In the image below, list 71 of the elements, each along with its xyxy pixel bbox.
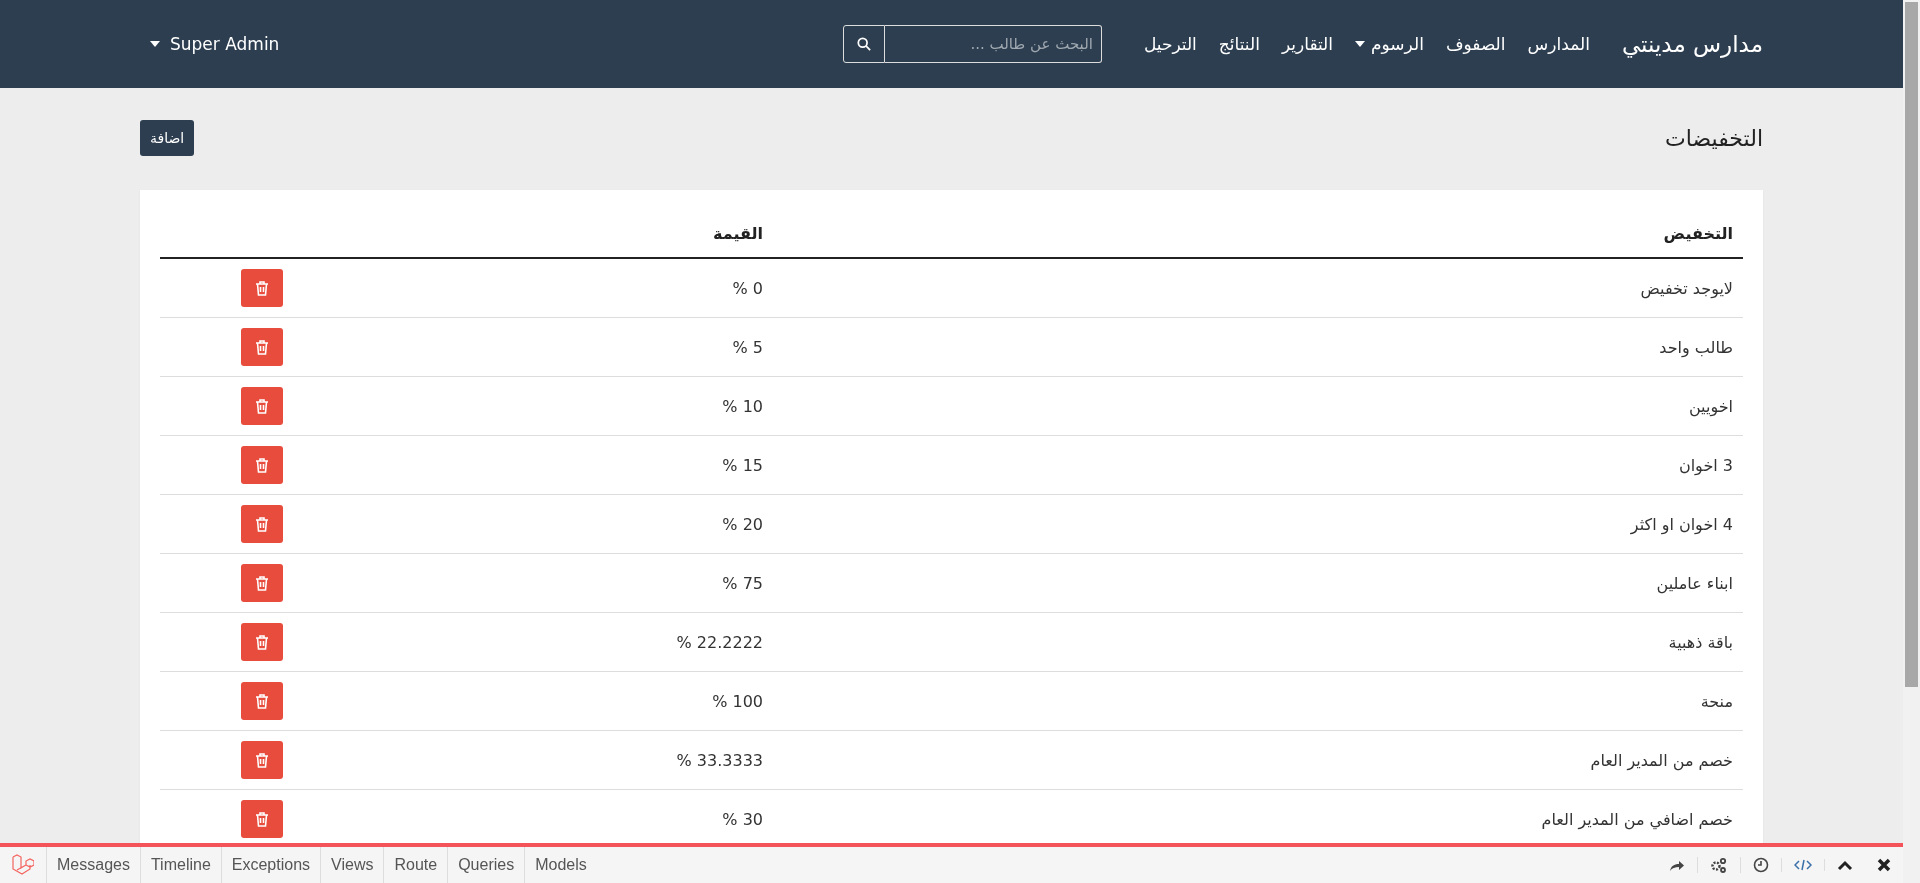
nav-link[interactable]: المدارس bbox=[1527, 34, 1590, 54]
delete-button[interactable] bbox=[240, 682, 283, 720]
table-cell: باقة ذهبية bbox=[1668, 632, 1733, 652]
nav-link[interactable]: التقارير bbox=[1281, 34, 1334, 54]
delete-button[interactable] bbox=[240, 564, 283, 602]
debug-tab[interactable]: Messages bbox=[46, 847, 140, 883]
delete-button[interactable] bbox=[240, 623, 283, 661]
delete-button[interactable] bbox=[240, 387, 283, 425]
debug-tab[interactable]: Models bbox=[524, 847, 597, 883]
table-cell: 100 % bbox=[712, 691, 763, 711]
debug-tab[interactable]: Timeline bbox=[139, 847, 221, 883]
table-cell: خصم من المدير العام bbox=[1590, 750, 1733, 770]
nav-link[interactable]: الصفوف bbox=[1445, 34, 1506, 54]
debug-tab[interactable]: Queries bbox=[447, 847, 525, 883]
search-field[interactable]: البحث عن طالب ... bbox=[884, 25, 1102, 63]
trash-icon bbox=[254, 398, 269, 414]
user-menu[interactable]: Super Admin bbox=[150, 34, 280, 54]
column-header: القيمة bbox=[713, 224, 763, 243]
table-cell: خصم اضافي من المدير العام bbox=[1541, 809, 1733, 829]
table-cell: ابناء عاملين bbox=[1656, 573, 1733, 593]
caret-icon bbox=[1355, 41, 1366, 47]
search-button[interactable] bbox=[842, 25, 885, 63]
trash-icon bbox=[254, 457, 269, 473]
trash-icon bbox=[254, 634, 269, 650]
nav-link[interactable]: الرسوم bbox=[1355, 34, 1424, 54]
nav-link[interactable]: النتائج bbox=[1218, 34, 1260, 54]
trash-icon bbox=[254, 516, 269, 532]
table-cell: منحة bbox=[1700, 691, 1733, 711]
share-icon[interactable] bbox=[1669, 858, 1685, 872]
table-cell: 10 % bbox=[722, 396, 763, 416]
trash-icon bbox=[254, 811, 269, 827]
table-cell: 0 % bbox=[732, 278, 763, 298]
table-cell: طالب واحد bbox=[1659, 337, 1733, 357]
trash-icon bbox=[254, 280, 269, 296]
code-icon[interactable] bbox=[1781, 858, 1812, 872]
close-icon[interactable] bbox=[1877, 858, 1891, 872]
column-header: التخفيض bbox=[1663, 224, 1733, 243]
search-icon bbox=[856, 37, 871, 51]
scrollbar[interactable] bbox=[1903, 0, 1920, 883]
table-cell: 33.3333 % bbox=[676, 750, 763, 770]
table-cell: 75 % bbox=[722, 573, 763, 593]
brand-link[interactable]: مدارس مدينتي bbox=[1621, 31, 1763, 57]
table-cell: اخويين bbox=[1688, 396, 1733, 416]
table-cell: 15 % bbox=[722, 455, 763, 475]
table-cell: لايوجد تخفيض bbox=[1640, 278, 1733, 298]
trash-icon bbox=[254, 752, 269, 768]
table-cell: 5 % bbox=[732, 337, 763, 357]
page-title: التخفيضات bbox=[1665, 125, 1763, 151]
caret-icon bbox=[150, 41, 160, 47]
delete-button[interactable] bbox=[240, 328, 283, 366]
debug-tab[interactable]: Route bbox=[383, 847, 448, 883]
debug-tab[interactable]: Views bbox=[320, 847, 384, 883]
delete-button[interactable] bbox=[240, 269, 283, 307]
delete-button[interactable] bbox=[240, 741, 283, 779]
trash-icon bbox=[254, 693, 269, 709]
chevron-up-icon[interactable] bbox=[1824, 859, 1853, 871]
delete-button[interactable] bbox=[240, 446, 283, 484]
table-cell: 30 % bbox=[722, 809, 763, 829]
table-cell: 4 اخوان او اكثر bbox=[1630, 514, 1733, 534]
cube-logo-icon bbox=[12, 853, 34, 877]
nav-link[interactable]: الترحيل bbox=[1143, 34, 1197, 54]
trash-icon bbox=[254, 575, 269, 591]
table-cell: 22.2222 % bbox=[676, 632, 763, 652]
delete-button[interactable] bbox=[240, 505, 283, 543]
clock-icon[interactable] bbox=[1740, 857, 1769, 873]
trash-icon bbox=[254, 339, 269, 355]
delete-button[interactable] bbox=[240, 800, 283, 838]
debug-tab[interactable]: Exceptions bbox=[220, 847, 321, 883]
add-button[interactable]: اضافة bbox=[140, 120, 195, 156]
table-cell: 3 اخوان bbox=[1678, 455, 1733, 475]
table-cell: 20 % bbox=[722, 514, 763, 534]
